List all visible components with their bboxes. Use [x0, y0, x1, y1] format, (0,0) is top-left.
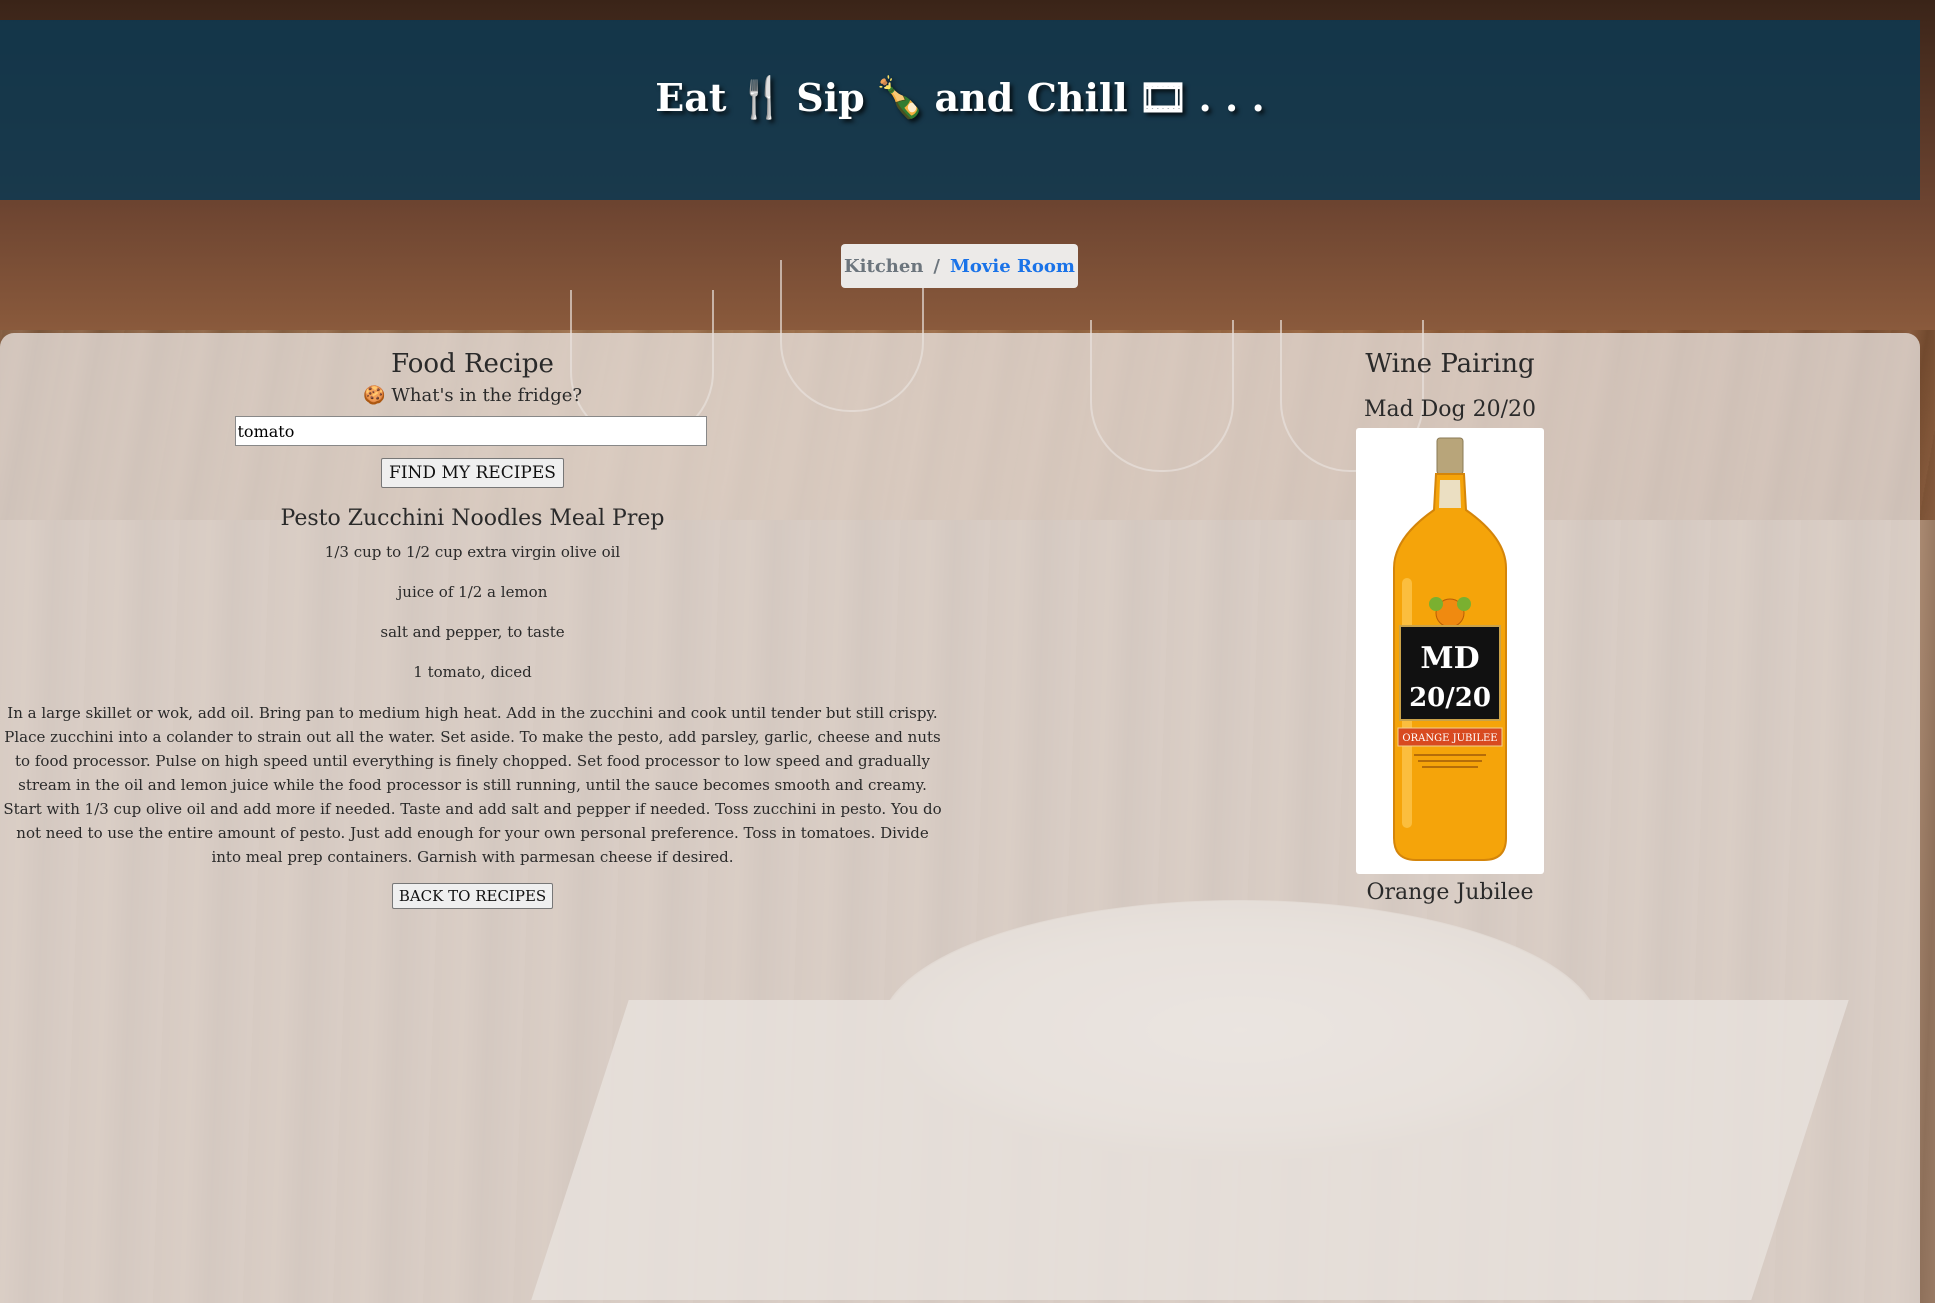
wine-flavor: Orange Jubilee [1366, 880, 1534, 905]
fridge-prompt-text: What's in the fridge? [391, 385, 583, 406]
ingredient-search-input[interactable] [234, 416, 707, 446]
title-sip: Sip [796, 74, 865, 120]
bottle-label-brand: MD [1420, 641, 1479, 676]
site-header: Eat 🍴 Sip 🍾 and Chill 🎞 . . . [0, 20, 1920, 200]
bottle-icon: 🍾 [874, 73, 925, 121]
cookie-icon: 🍪 [362, 385, 386, 406]
food-recipe-title: Food Recipe [391, 349, 554, 379]
main-panel: Food Recipe 🍪 What's in the fridge? FIND… [0, 333, 1920, 1303]
recipe-instructions: In a large skillet or wok, add oil. Brin… [3, 704, 942, 866]
find-recipes-button[interactable]: FIND MY RECIPES [381, 458, 564, 488]
site-title: Eat 🍴 Sip 🍾 and Chill 🎞 . . . [655, 74, 1264, 121]
ingredient-item: juice of 1/2 a lemon [397, 583, 548, 601]
title-eat: Eat [655, 74, 727, 120]
title-ellipsis: . . . [1198, 74, 1265, 120]
food-recipe-section: Food Recipe 🍪 What's in the fridge? FIND… [0, 333, 945, 909]
ingredient-item: 1 tomato, diced [413, 663, 532, 681]
back-to-recipes-button[interactable]: BACK TO RECIPES [391, 883, 554, 909]
ingredient-item: 1/3 cup to 1/2 cup extra virgin olive oi… [324, 543, 621, 561]
recipe-title: Pesto Zucchini Noodles Meal Prep [280, 506, 665, 531]
wine-bottle-image: MD 20/20 ORANGE JUBILEE [1356, 428, 1544, 874]
fridge-prompt: 🍪 What's in the fridge? [0, 385, 945, 406]
fork-knife-icon: 🍴 [736, 73, 787, 121]
wine-pairing-title: Wine Pairing [1365, 349, 1535, 379]
wine-bottle-illustration: MD 20/20 ORANGE JUBILEE [1393, 437, 1507, 861]
breadcrumb-kitchen: Kitchen [844, 255, 924, 277]
title-and-chill: and Chill [934, 74, 1128, 120]
breadcrumb-separator: / [933, 255, 940, 277]
breadcrumb: Kitchen / Movie Room [841, 244, 1078, 288]
wine-name: Mad Dog 20/20 [1363, 397, 1537, 422]
wine-pairing-section: Wine Pairing Mad Dog 20/20 MD 20/20 ORAN… [1340, 333, 1560, 905]
breadcrumb-movie-room-link[interactable]: Movie Room [950, 256, 1075, 277]
ingredient-item: salt and pepper, to taste [380, 623, 565, 641]
bottle-label-flavor: ORANGE JUBILEE [1402, 733, 1497, 744]
film-icon: 🎞 [1137, 73, 1189, 121]
bottle-label-number: 20/20 [1409, 683, 1491, 713]
